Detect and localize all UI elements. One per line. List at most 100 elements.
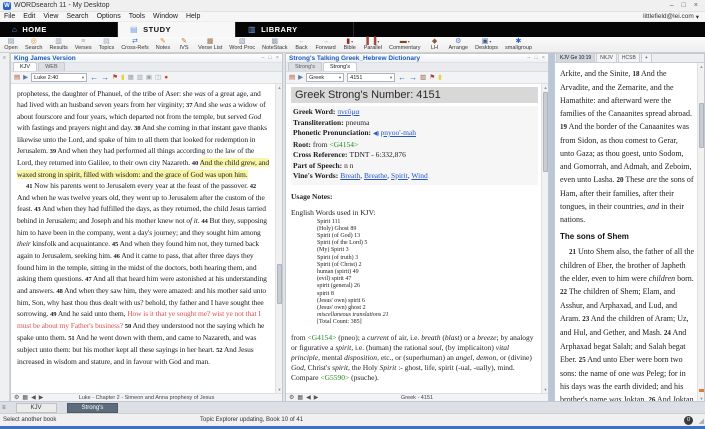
tool-desktops[interactable]: ▣▾ Desktops: [475, 38, 498, 51]
language-combo[interactable]: Greek ▾: [306, 73, 345, 82]
scroll-up-icon[interactable]: ▲: [276, 84, 282, 91]
collapsed-sidebar-strip[interactable]: ≡: [0, 53, 10, 401]
panel-maximize-icon[interactable]: □: [268, 55, 271, 61]
menu-help[interactable]: Help: [186, 13, 200, 20]
account-menu[interactable]: littlefield@lei.com ▾: [643, 13, 701, 21]
highlighter-icon[interactable]: ▮: [121, 74, 125, 82]
tool-forward[interactable]: → Forward: [316, 38, 336, 51]
sync-icon[interactable]: ▶: [298, 74, 303, 82]
menu-view[interactable]: View: [43, 13, 58, 20]
panel-minimize-icon[interactable]: –: [261, 55, 264, 61]
tab-strong-s[interactable]: Strong's: [288, 62, 323, 71]
back-verse-arrow[interactable]: ←: [90, 73, 98, 82]
record-icon[interactable]: ●: [164, 74, 168, 82]
tool-smallgroup[interactable]: ✱ smallgroup: [505, 38, 532, 51]
text-link[interactable]: Breathe: [364, 171, 387, 180]
panel-minimize-icon[interactable]: –: [527, 55, 530, 61]
tool-verses[interactable]: ≡ Verses: [75, 38, 92, 51]
menu-options[interactable]: Options: [97, 13, 121, 20]
maximize-button-icon[interactable]: □: [682, 2, 686, 9]
resize-grip-icon[interactable]: ◢: [699, 417, 704, 425]
menu-edit[interactable]: Edit: [23, 13, 35, 20]
verse-number: 24: [663, 329, 671, 337]
tab-kjv[interactable]: KJV: [13, 62, 38, 71]
memorize-icon[interactable]: ▣: [146, 74, 152, 82]
tool-bible[interactable]: ▮▾ Bible: [343, 38, 357, 51]
close-button-icon[interactable]: ×: [694, 2, 698, 9]
tool-parallel[interactable]: ▌▐▾ Parallel: [364, 38, 382, 51]
tool-lh[interactable]: ◆ LH: [428, 38, 442, 51]
text-segment: , the Holy: [348, 362, 380, 372]
menu-tools[interactable]: Tools: [129, 13, 145, 20]
text-link[interactable]: <G4154>: [307, 333, 336, 342]
tool-notes[interactable]: ✎ Notes: [156, 38, 170, 51]
tab-blank[interactable]: +: [640, 53, 652, 62]
map-icon[interactable]: ▥: [137, 74, 143, 82]
tool-ivs[interactable]: ✎ IVS: [177, 38, 191, 51]
sync-icon[interactable]: ▶: [23, 74, 28, 82]
tab-web[interactable]: WEB: [38, 62, 65, 71]
text-link[interactable]: Wind: [411, 171, 427, 180]
strongs-number-input[interactable]: 4151 ▾: [347, 73, 396, 82]
scrollbar-thumb[interactable]: [543, 92, 548, 172]
tab-kjv-ge-10-19[interactable]: KJV Ge 10:19: [556, 53, 596, 62]
bible-book-icon[interactable]: ▤: [14, 74, 20, 82]
tool-verse-list[interactable]: ▦ Verse List: [198, 38, 222, 51]
notification-badge[interactable]: 0: [684, 416, 693, 425]
tool-commentary[interactable]: ▬▾ Commentary: [389, 38, 420, 51]
scroll-down-icon[interactable]: ▼: [276, 386, 282, 393]
passage-combo[interactable]: Luke 2:40 ▾: [31, 73, 88, 82]
tool-notestack[interactable]: ▩ NoteStack: [262, 38, 287, 51]
tool-back[interactable]: ← Back: [295, 38, 309, 51]
text-link[interactable]: Breath: [340, 171, 360, 180]
tool-open[interactable]: ▤ Open: [4, 38, 18, 51]
text-link[interactable]: πνεῦμα: [337, 107, 359, 116]
ribbon-tab-home[interactable]: ⌂ HOME: [0, 22, 118, 37]
scrollbar-thumb[interactable]: [277, 264, 282, 304]
menu-file[interactable]: File: [4, 13, 15, 20]
back-entry-arrow[interactable]: ←: [398, 73, 406, 82]
text-segment: and: [647, 202, 660, 211]
tool-topics[interactable]: ▤ Topics: [99, 38, 115, 51]
menu-search[interactable]: Search: [66, 13, 88, 20]
tab-kjv[interactable]: KJV: [15, 402, 57, 413]
forward-entry-arrow[interactable]: →: [409, 73, 417, 82]
tab-strong-s[interactable]: Strong's: [323, 62, 358, 71]
minimize-button-icon[interactable]: –: [670, 2, 674, 9]
bookmark-flag-icon[interactable]: ⚑: [112, 74, 118, 82]
panel-close-icon[interactable]: ×: [276, 55, 279, 61]
scroll-down-icon[interactable]: ▼: [542, 386, 548, 393]
text-link[interactable]: Spirit: [391, 171, 408, 180]
tab-hcsb[interactable]: HCSB: [617, 53, 640, 62]
tab-strong-s[interactable]: Strong's: [66, 402, 119, 413]
tool-results[interactable]: ▥ Results: [49, 38, 67, 51]
scrollbar-thumb[interactable]: [699, 103, 704, 148]
scroll-up-icon[interactable]: ▲: [698, 63, 704, 70]
vertical-scrollbar[interactable]: ▲ ▼: [697, 63, 704, 402]
book-open-icon[interactable]: ▥: [420, 74, 426, 82]
tab-nkjv[interactable]: NKJV: [596, 53, 617, 62]
vertical-scrollbar[interactable]: ▲ ▼: [541, 84, 548, 393]
forward-verse-arrow[interactable]: →: [101, 73, 109, 82]
ribbon-tab-library[interactable]: ▥ LIBRARY: [236, 22, 354, 37]
scroll-up-icon[interactable]: ▲: [542, 84, 548, 91]
ribbon-tab-study[interactable]: ▤ STUDY: [118, 22, 236, 37]
tool-cross-refs[interactable]: ⇄ Cross-Refs: [121, 38, 149, 51]
highlighter-icon[interactable]: ▮: [438, 74, 442, 82]
vertical-scrollbar[interactable]: ▲ ▼: [275, 84, 282, 393]
tool-search[interactable]: ◎ Search: [25, 38, 42, 51]
text-link[interactable]: <G4154>: [329, 140, 358, 149]
speaker-icon[interactable]: ◀): [373, 131, 379, 137]
tool-arrange[interactable]: ⚙ Arrange: [449, 38, 469, 51]
panel-maximize-icon[interactable]: □: [534, 55, 537, 61]
dict-book-icon[interactable]: ▤: [289, 74, 295, 82]
menu-window[interactable]: Window: [153, 13, 178, 20]
panel-close-icon[interactable]: ×: [542, 55, 545, 61]
text-link[interactable]: <G5590>: [320, 373, 349, 382]
tool-word-proc[interactable]: ▧ Word Proc: [229, 38, 255, 51]
film-strip-icon[interactable]: ▦: [128, 74, 134, 82]
compare-icon[interactable]: ◫: [155, 74, 161, 82]
text-link[interactable]: pnyoo'-mah: [381, 128, 417, 137]
menu-icon[interactable]: ≡: [2, 405, 6, 411]
bookmark-flag-icon[interactable]: ⚑: [429, 74, 435, 82]
